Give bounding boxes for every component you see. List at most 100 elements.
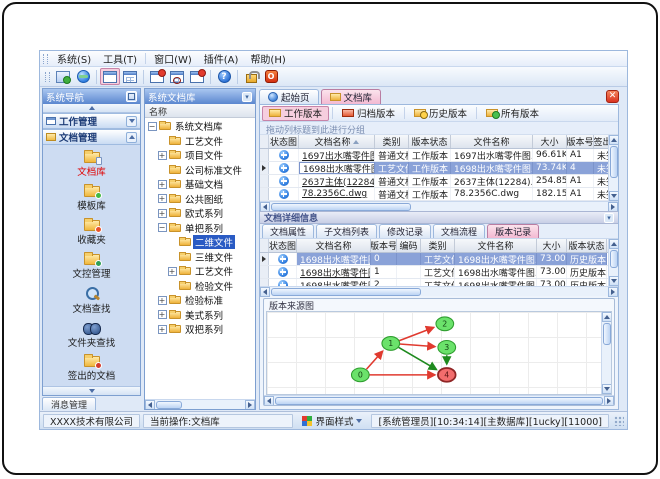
graph-vscrollbar[interactable] xyxy=(601,312,611,394)
column-header-类别[interactable]: 类别 xyxy=(421,239,455,252)
scroll-right-icon[interactable] xyxy=(608,286,618,297)
tree-column-header[interactable]: 名称 xyxy=(145,104,255,118)
table-row[interactable]: 78.2356C.dwg普通文档工作版本78.2356C.dwg182.15KB… xyxy=(260,188,608,201)
exit-button[interactable]: O xyxy=(261,68,281,85)
menu-window[interactable]: 窗口(W) xyxy=(148,51,198,67)
column-header-状态图[interactable]: 状态图 xyxy=(269,239,297,252)
tree-expander[interactable]: + xyxy=(157,150,167,160)
version-node-2[interactable]: 2 xyxy=(435,316,455,332)
column-header-文件名称[interactable]: 文件名称 xyxy=(455,239,537,252)
scroll-thumb[interactable] xyxy=(602,323,611,345)
scroll-left-icon[interactable] xyxy=(260,201,270,212)
column-header-文档名称[interactable]: 文档名称 xyxy=(299,135,375,148)
column-header-文档名称[interactable]: 文档名称 xyxy=(297,239,371,252)
tree-expander[interactable]: − xyxy=(157,223,167,233)
chevron-up-icon[interactable] xyxy=(126,131,137,143)
close-other-button[interactable] xyxy=(187,68,207,85)
sidebar-item-文档查找[interactable]: 文档查找 xyxy=(46,285,138,318)
help-button[interactable]: ? xyxy=(214,68,234,85)
tab-修改记录[interactable]: 修改记录 xyxy=(379,224,432,238)
scroll-thumb[interactable] xyxy=(609,250,618,268)
tab-子文档列表[interactable]: 子文档列表 xyxy=(316,224,378,238)
tree-expander[interactable]: + xyxy=(157,179,167,189)
expand-plus-icon[interactable]: + xyxy=(157,150,167,160)
menu-plugins[interactable]: 插件(A) xyxy=(198,51,245,67)
scroll-right-icon[interactable] xyxy=(608,201,618,212)
tab-版本记录[interactable]: 版本记录 xyxy=(487,224,540,238)
column-header-签出状态[interactable]: 签出状态 xyxy=(594,135,608,148)
document-grid-hscrollbar[interactable] xyxy=(260,201,618,212)
expand-plus-icon[interactable]: + xyxy=(157,310,167,320)
scroll-right-icon[interactable] xyxy=(245,399,255,409)
table-row[interactable]: 1698出水嘴零件图.dwg工艺文件工作版本1698出水嘴零件图.dwg73.7… xyxy=(260,162,608,175)
resize-grip[interactable] xyxy=(614,415,624,426)
version-grid-vscrollbar[interactable] xyxy=(608,239,618,286)
column-header-编码[interactable]: 编码 xyxy=(397,239,421,252)
scroll-thumb[interactable] xyxy=(271,287,421,296)
grid-view-button[interactable] xyxy=(120,68,140,85)
column-header-大小[interactable]: 大小 xyxy=(537,239,567,252)
sidebar-item-文档库[interactable]: 文档库 xyxy=(46,148,138,181)
tree-node-工艺文件[interactable]: + 工艺文件 xyxy=(145,264,255,279)
interface-style-dropdown[interactable]: 界面样式 xyxy=(296,414,368,428)
graph-hscrollbar[interactable] xyxy=(264,395,614,405)
tab-start-page[interactable]: 起始页 xyxy=(259,89,319,104)
version-node-3[interactable]: 3 xyxy=(437,339,457,355)
sidebar-item-文件夹查找[interactable]: 文件夹查找 xyxy=(46,319,138,352)
scroll-down-icon[interactable] xyxy=(608,191,618,201)
sidebar-menu-icon[interactable] xyxy=(126,91,137,102)
button-工作版本[interactable]: 工作版本 xyxy=(262,105,330,121)
scroll-thumb[interactable] xyxy=(275,396,603,405)
expand-plus-icon[interactable]: + xyxy=(157,295,167,305)
scroll-thumb[interactable] xyxy=(271,202,411,211)
table-row[interactable]: 1698出水嘴零件图.dwg2工艺文件1698出水嘴零件图.dwg73.00KB… xyxy=(260,279,608,286)
version-node-4[interactable]: 4 xyxy=(437,367,457,383)
column-header-大小[interactable]: 大小 xyxy=(533,135,567,148)
tab-message-management[interactable]: 消息管理 xyxy=(42,397,141,411)
column-header-文件名称[interactable]: 文件名称 xyxy=(451,135,533,148)
pin-icon[interactable]: ▾ xyxy=(242,91,252,102)
tab-document-library[interactable]: 文档库 xyxy=(320,89,382,104)
sidebar-item-文控管理[interactable]: 文控管理 xyxy=(46,250,138,283)
version-node-1[interactable]: 1 xyxy=(381,336,401,351)
chevron-down-icon[interactable] xyxy=(126,115,137,127)
tree-node-公共图纸[interactable]: + 公共图纸 xyxy=(145,192,255,207)
scroll-left-icon[interactable] xyxy=(264,395,274,405)
tree-node-美式系列[interactable]: + 美式系列 xyxy=(145,308,255,323)
expand-plus-icon[interactable]: + xyxy=(157,179,167,189)
scroll-right-icon[interactable] xyxy=(604,395,614,405)
expand-plus-icon[interactable]: + xyxy=(157,324,167,334)
menu-system[interactable]: 系统(S) xyxy=(51,51,97,67)
menu-help[interactable]: 帮助(H) xyxy=(244,51,291,67)
table-row[interactable]: 1698出水嘴零件图.dwg1工艺文件1698出水嘴零件图.dwg73.00KB… xyxy=(260,266,608,279)
expand-plus-icon[interactable]: + xyxy=(167,266,177,276)
scroll-thumb[interactable] xyxy=(609,146,618,178)
sidebar-item-模板库[interactable]: 模板库 xyxy=(46,182,138,215)
tree-expander[interactable]: + xyxy=(157,310,167,320)
tree-node-双把系列[interactable]: + 双把系列 xyxy=(145,322,255,337)
version-grid-hscrollbar[interactable] xyxy=(260,286,618,297)
column-header-类别[interactable]: 类别 xyxy=(375,135,409,148)
table-row[interactable]: 2637主体(12284).dwg普通文档工作版本2637主体(12284).d… xyxy=(260,175,608,188)
lock-button[interactable] xyxy=(241,68,261,85)
tree-node-公司标准文件[interactable]: 公司标准文件 xyxy=(145,163,255,178)
tree-node-三维文件[interactable]: 三维文件 xyxy=(145,250,255,265)
column-header-状态图[interactable]: 状态图 xyxy=(269,135,299,148)
tree-expander[interactable]: + xyxy=(167,266,177,276)
tree-node-检验文件[interactable]: 检验文件 xyxy=(145,279,255,294)
tree-expander[interactable]: + xyxy=(157,324,167,334)
tree-node-二维文件[interactable]: 二维文件 xyxy=(145,235,255,250)
tree-node-系统文档库[interactable]: − 系统文档库 xyxy=(145,119,255,134)
sidebar-collapse-strip[interactable] xyxy=(43,104,140,113)
tree-node-欧式系列[interactable]: + 欧式系列 xyxy=(145,206,255,221)
collapse-minus-icon[interactable]: − xyxy=(157,223,167,233)
tree-node-基础文档[interactable]: + 基础文档 xyxy=(145,177,255,192)
sidebar-panel-document[interactable]: 文档管理 xyxy=(43,129,140,145)
tree-expander[interactable]: − xyxy=(147,121,157,131)
workspace-button[interactable] xyxy=(100,68,120,85)
scroll-up-icon[interactable] xyxy=(601,312,611,322)
tree-expander[interactable]: + xyxy=(157,208,167,218)
toolbar-grip[interactable] xyxy=(45,71,50,82)
document-grid-vscrollbar[interactable] xyxy=(608,135,618,201)
button-历史版本[interactable]: 历史版本 xyxy=(408,106,473,121)
